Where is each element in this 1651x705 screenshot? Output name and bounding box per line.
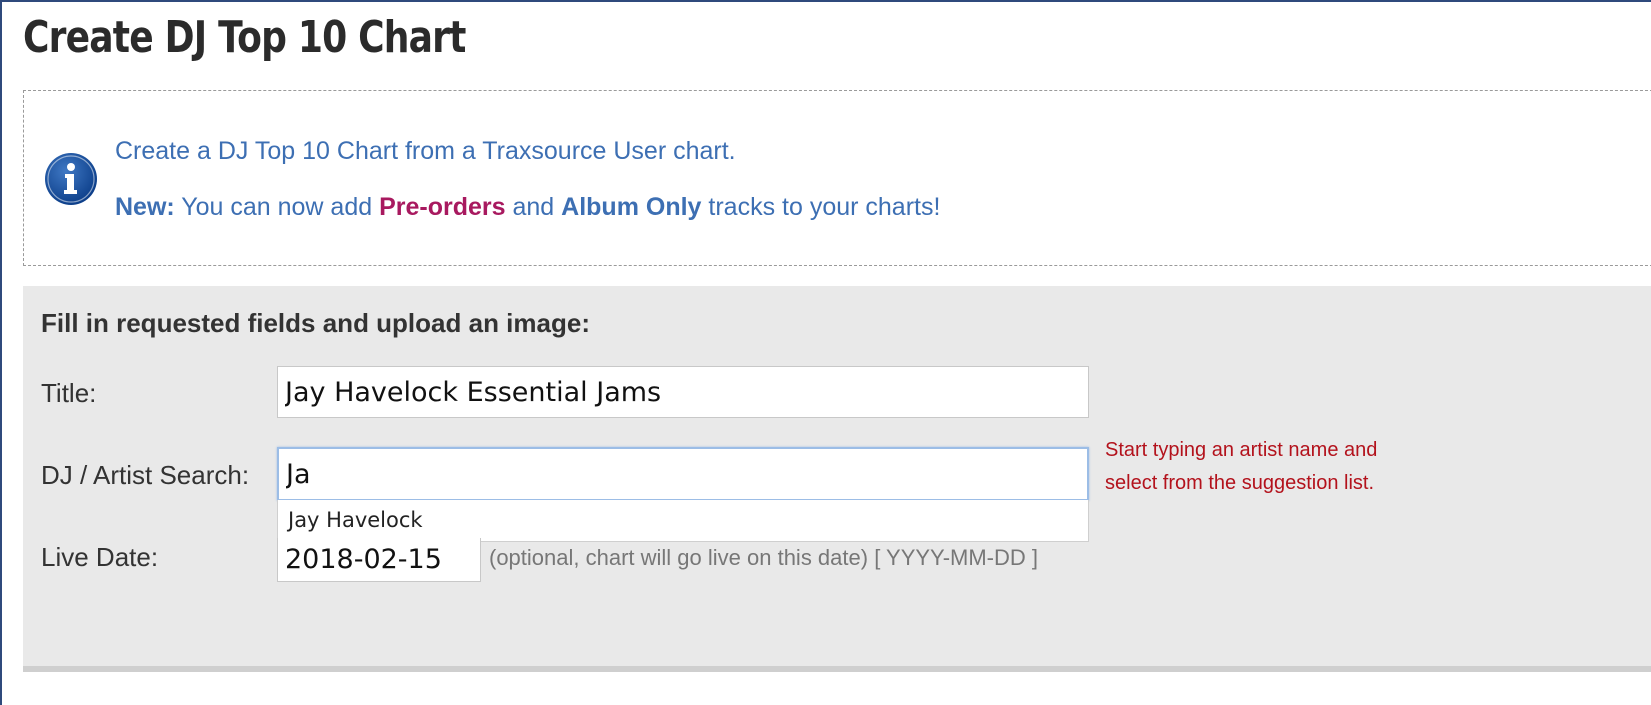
form-heading: Fill in requested fields and upload an i… <box>41 308 590 338</box>
preorders-label: Pre-orders <box>379 193 506 221</box>
artist-suggestion-list: Jay Havelock <box>277 500 1089 542</box>
artist-search-input[interactable] <box>277 447 1089 501</box>
info-text-part3: tracks to your charts! <box>701 193 941 221</box>
artist-search-label: DJ / Artist Search: <box>41 460 250 490</box>
live-date-label: Live Date: <box>41 542 159 572</box>
live-date-input[interactable] <box>277 538 481 582</box>
suggestion-item[interactable]: Jay Havelock <box>288 508 423 532</box>
title-input[interactable] <box>277 366 1089 418</box>
album-only-label: Album Only <box>561 193 702 221</box>
info-icon <box>45 153 97 205</box>
info-text-part1: You can now add <box>174 193 380 221</box>
artist-search-hint: Start typing an artist name and select f… <box>1105 439 1378 494</box>
panel-divider <box>23 666 1651 672</box>
new-label: New: <box>115 193 175 221</box>
title-label: Title: <box>41 378 97 408</box>
page-title: Create DJ Top 10 Chart <box>23 12 466 63</box>
info-box: Create a DJ Top 10 Chart from a Traxsour… <box>23 90 1651 266</box>
info-text-part2: and <box>505 193 562 221</box>
live-date-help: (optional, chart will go live on this da… <box>489 545 1039 570</box>
info-text-line2: New: You can now add Pre-orders and Albu… <box>115 193 940 222</box>
info-text-line1: Create a DJ Top 10 Chart from a Traxsour… <box>115 137 736 165</box>
chart-form-panel: Fill in requested fields and upload an i… <box>23 286 1651 666</box>
